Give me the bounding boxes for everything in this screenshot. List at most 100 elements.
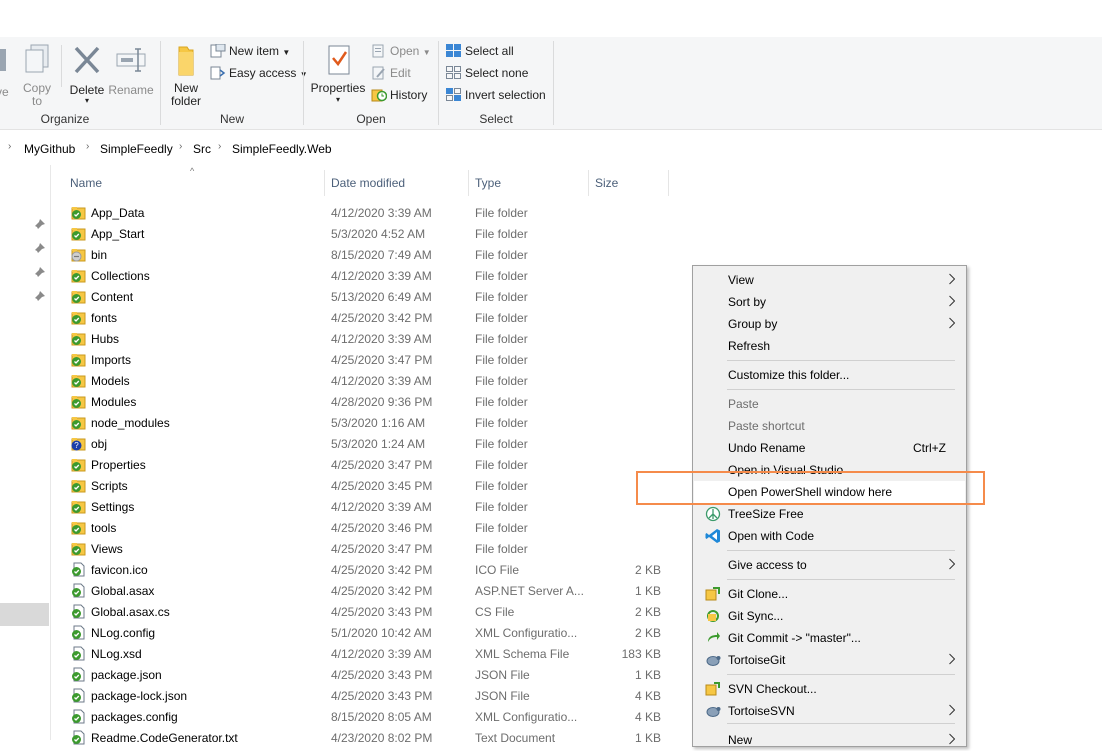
new-item-button[interactable]: New item ▼: [210, 42, 290, 60]
menu-item-tortoisesvn[interactable]: TortoiseSVN: [694, 700, 965, 722]
folder-icon: [71, 270, 86, 283]
column-divider[interactable]: [588, 170, 589, 196]
file-name: Imports: [91, 353, 132, 367]
column-divider[interactable]: [324, 170, 325, 196]
file-row[interactable]: Imports 4/25/2020 3:47 PM File folder: [66, 349, 670, 370]
menu-item-git-clone[interactable]: Git Clone...: [694, 583, 965, 605]
file-row[interactable]: bin 8/15/2020 7:49 AM File folder: [66, 244, 670, 265]
file-date: 4/25/2020 3:42 PM: [331, 584, 433, 598]
copy-to-button[interactable]: Copy to: [20, 43, 54, 108]
file-icon: [72, 709, 85, 724]
menu-item-new[interactable]: New: [694, 729, 965, 751]
menu-item-give-access-to[interactable]: Give access to: [694, 554, 965, 576]
menu-item-undo-rename[interactable]: Undo Rename Ctrl+Z: [694, 437, 965, 459]
submenu-arrow-icon: [949, 733, 955, 745]
menu-item-customize-folder[interactable]: Customize this folder...: [694, 364, 965, 386]
menu-separator: [727, 579, 955, 580]
pin-icon[interactable]: [34, 266, 46, 278]
file-type: File folder: [475, 206, 528, 220]
address-bar[interactable]: › MyGithub › SimpleFeedly › Src › Simple…: [0, 138, 1102, 160]
file-row[interactable]: Settings 4/12/2020 3:39 AM File folder: [66, 496, 670, 517]
file-row[interactable]: NLog.config 5/1/2020 10:42 AM XML Configur…: [66, 622, 670, 643]
breadcrumb-item[interactable]: MyGithub: [24, 142, 75, 156]
breadcrumb-item[interactable]: SimpleFeedly.Web: [232, 142, 332, 156]
menu-separator: [727, 389, 955, 390]
file-row[interactable]: Hubs 4/12/2020 3:39 AM File folder: [66, 328, 670, 349]
menu-item-label: Undo Rename: [728, 441, 806, 455]
file-row[interactable]: Models 4/12/2020 3:39 AM File folder: [66, 370, 670, 391]
tortoisegit-icon: [706, 656, 721, 666]
file-date: 4/12/2020 3:39 AM: [331, 500, 432, 514]
file-row[interactable]: package.json 4/25/2020 3:43 PM JSON File 1 …: [66, 664, 670, 685]
nav-pane-divider[interactable]: [50, 165, 51, 740]
folder-icon: [71, 459, 86, 472]
column-header-type[interactable]: Type: [475, 176, 501, 190]
open-button[interactable]: Open ▼: [371, 42, 431, 60]
file-row[interactable]: favicon.ico 4/25/2020 3:42 PM ICO File 2 KB: [66, 559, 670, 580]
file-row[interactable]: ? obj 5/3/2020 1:24 AM File folder: [66, 433, 670, 454]
column-header-size[interactable]: Size: [595, 176, 618, 190]
file-name: Models: [91, 374, 130, 388]
menu-item-paste[interactable]: Paste: [694, 393, 965, 415]
file-row[interactable]: App_Start 5/3/2020 4:52 AM File folder: [66, 223, 670, 244]
file-row[interactable]: tools 4/25/2020 3:46 PM File folder: [66, 517, 670, 538]
column-divider[interactable]: [668, 170, 669, 196]
menu-separator: [727, 550, 955, 551]
file-icon: [72, 625, 85, 640]
breadcrumb-item[interactable]: SimpleFeedly: [100, 142, 173, 156]
file-row[interactable]: Readme.CodeGenerator.txt 4/23/2020 8:02 P…: [66, 727, 670, 748]
select-group-label: Select: [479, 112, 513, 126]
menu-item-treesize-free[interactable]: TreeSize Free: [694, 503, 965, 525]
menu-item-label: Give access to: [728, 558, 807, 572]
file-icon: [72, 583, 85, 598]
column-divider[interactable]: [468, 170, 469, 196]
delete-button[interactable]: Delete ▾: [66, 43, 108, 105]
pin-icon[interactable]: [34, 290, 46, 302]
column-header-name[interactable]: Name: [70, 176, 102, 190]
menu-item-git-sync[interactable]: Git Sync...: [694, 605, 965, 627]
file-row[interactable]: Scripts 4/25/2020 3:45 PM File folder: [66, 475, 670, 496]
rename-button[interactable]: Rename: [108, 43, 154, 97]
file-row[interactable]: Modules 4/28/2020 9:36 PM File folder: [66, 391, 670, 412]
file-row[interactable]: App_Data 4/12/2020 3:39 AM File folder: [66, 202, 670, 223]
file-size: 1 KB: [634, 668, 661, 682]
menu-item-tortoisegit[interactable]: TortoiseGit: [694, 649, 965, 671]
menu-item-open-with-code[interactable]: Open with Code: [694, 525, 965, 547]
file-row[interactable]: packages.config 8/15/2020 8:05 AM XML Conf…: [66, 706, 670, 727]
pin-icon[interactable]: [34, 218, 46, 230]
history-button[interactable]: History: [371, 86, 427, 104]
folder-icon: [71, 501, 86, 514]
file-row[interactable]: node_modules 5/3/2020 1:16 AM File folder: [66, 412, 670, 433]
file-row[interactable]: fonts 4/25/2020 3:42 PM File folder: [66, 307, 670, 328]
menu-item-group-by[interactable]: Group by: [694, 313, 965, 335]
select-all-button[interactable]: Select all: [446, 42, 514, 60]
properties-button[interactable]: Properties ▾: [310, 43, 366, 105]
new-folder-button[interactable]: New folder: [166, 43, 206, 108]
menu-item-label: Open with Code: [728, 529, 815, 543]
invert-selection-button[interactable]: Invert selection: [446, 86, 546, 104]
nav-selected-item[interactable]: [0, 603, 49, 626]
breadcrumb-item[interactable]: Src: [193, 142, 211, 156]
select-none-button[interactable]: Select none: [446, 64, 528, 82]
file-row[interactable]: Global.asax 4/25/2020 3:42 PM ASP.NET Serv…: [66, 580, 670, 601]
edit-button[interactable]: Edit: [371, 64, 411, 82]
menu-item-sort-by[interactable]: Sort by: [694, 291, 965, 313]
file-icon: [72, 688, 85, 703]
menu-item-svn-checkout[interactable]: SVN Checkout...: [694, 678, 965, 700]
file-row[interactable]: Properties 4/25/2020 3:47 PM File folder: [66, 454, 670, 475]
easy-access-button[interactable]: Easy access ▼: [210, 64, 308, 82]
file-row[interactable]: package-lock.json 4/25/2020 3:43 PM JSON F…: [66, 685, 670, 706]
menu-item-paste-shortcut[interactable]: Paste shortcut: [694, 415, 965, 437]
move-to-button[interactable]: ve: [0, 43, 10, 99]
file-size: 2 KB: [634, 626, 661, 640]
file-row[interactable]: Content 5/13/2020 6:49 AM File folder: [66, 286, 670, 307]
pin-icon[interactable]: [34, 242, 46, 254]
file-row[interactable]: Views 4/25/2020 3:47 PM File folder: [66, 538, 670, 559]
column-header-date[interactable]: Date modified: [331, 176, 405, 190]
menu-item-refresh[interactable]: Refresh: [694, 335, 965, 357]
file-row[interactable]: Collections 4/12/2020 3:39 AM File folder: [66, 265, 670, 286]
menu-item-git-commit[interactable]: Git Commit -> "master"...: [694, 627, 965, 649]
file-row[interactable]: NLog.xsd 4/12/2020 3:39 AM XML Schema File…: [66, 643, 670, 664]
menu-item-view[interactable]: View: [694, 269, 965, 291]
file-row[interactable]: Global.asax.cs 4/25/2020 3:43 PM CS File 2 …: [66, 601, 670, 622]
